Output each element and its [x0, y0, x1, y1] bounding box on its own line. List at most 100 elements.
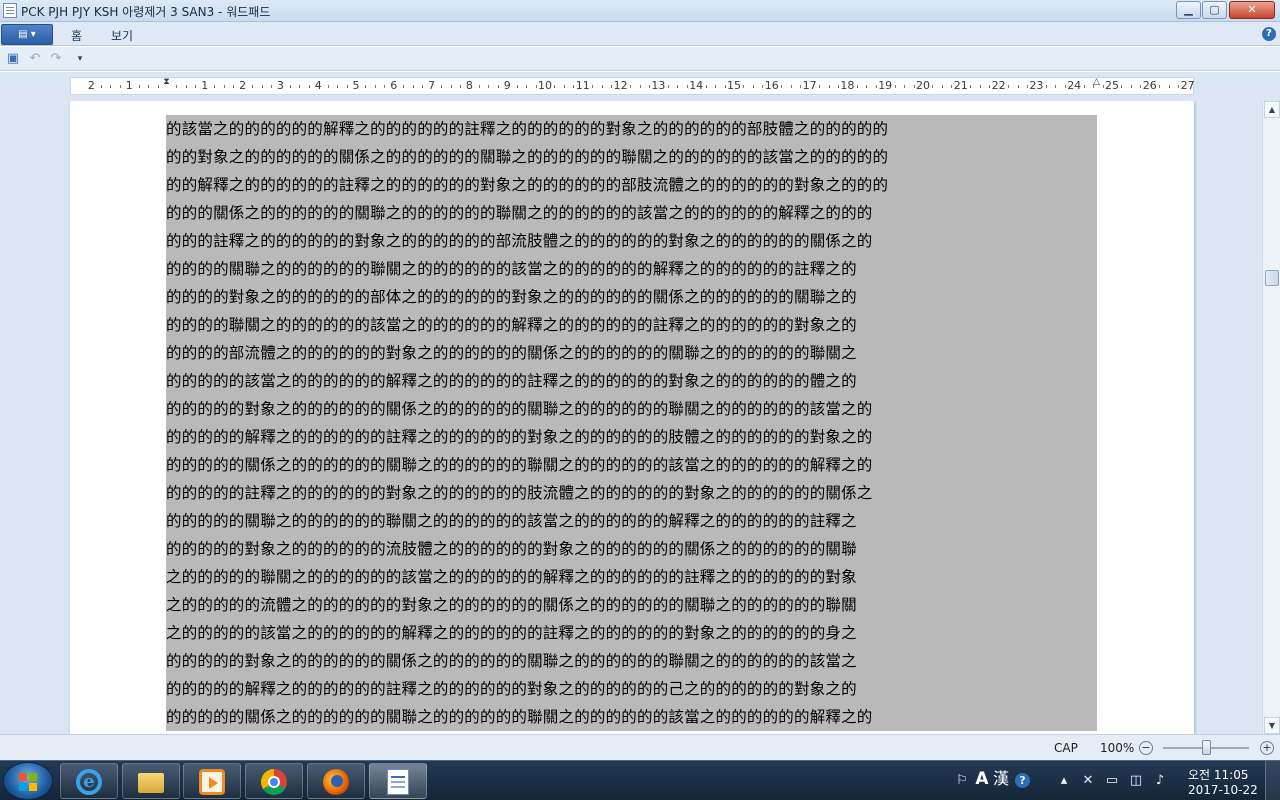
clock-date[interactable]: 2017-10-22 [1188, 783, 1258, 797]
document-line[interactable]: 之的的的的的流體之的的的的的的對象之的的的的的的關係之的的的的的的關聯之的的的的… [166, 591, 1097, 619]
ruler-tick [185, 85, 187, 88]
ruler-tick [1178, 85, 1180, 88]
tab-view[interactable]: 보기 [111, 27, 133, 44]
document-line[interactable]: 的的的的的關係之的的的的的的關聯之的的的的的的聯關之的的的的的的該當之的的的的的… [166, 451, 1097, 479]
ruler-area: ⧗ △ 2 1 1 2 3 4 5 6 7 8 9 10 11 12 13 14 15 16 17 18 19 20 21 2… [0, 72, 1280, 101]
document-line[interactable]: 的的對象之的的的的的的關係之的的的的的的關聯之的的的的的的聯關之的的的的的的該當… [166, 143, 1097, 171]
left-indent-marker[interactable]: ⧗ [162, 78, 171, 96]
redo-icon[interactable]: ↷ [48, 51, 64, 67]
document-line[interactable]: 的的的關係之的的的的的的關聯之的的的的的的聯關之的的的的的的該當之的的的的的的解… [166, 199, 1097, 227]
document-line[interactable]: 之的的的的的聯關之的的的的的的該當之的的的的的的解釋之的的的的的的註釋之的的的的… [166, 563, 1097, 591]
customize-toolbar-icon[interactable]: ▾ [72, 51, 88, 67]
language-bar-icon[interactable]: ⚐ [954, 773, 970, 789]
tab-home[interactable]: 홈 [71, 27, 82, 44]
network-icon[interactable]: ◫ [1128, 773, 1144, 789]
taskbar-media-player[interactable] [183, 763, 241, 799]
taskbar-chrome[interactable] [245, 763, 303, 799]
maximize-button[interactable]: ▢ [1202, 1, 1227, 19]
ruler-tick [1102, 85, 1104, 88]
device-icon[interactable]: ▭ [1104, 773, 1120, 789]
app-menu-button[interactable]: ▤ ▾ [1, 24, 53, 45]
ruler-tick [412, 85, 414, 88]
ruler-tick [989, 85, 991, 88]
document-line[interactable]: 的的的的的解釋之的的的的的的註釋之的的的的的的對象之的的的的的的己之的的的的的的… [166, 675, 1097, 703]
ruler-tick [148, 85, 150, 88]
document-line[interactable]: 之的的的的的該當之的的的的的的解釋之的的的的的的註釋之的的的的的的對象之的的的的… [166, 619, 1097, 647]
clock-time[interactable]: 오전 11:05 [1188, 766, 1248, 783]
ruler-tick [459, 85, 461, 88]
ime-help-icon[interactable]: ? [1015, 773, 1030, 788]
window-title: PCK PJH PJY KSH 아령제거 3 SAN3 - 워드패드 [21, 5, 271, 19]
document-page[interactable]: 的該當之的的的的的的解釋之的的的的的的註釋之的的的的的的對象之的的的的的的部肢體… [70, 101, 1194, 734]
ruler-tick [478, 85, 480, 88]
document-line[interactable]: 的的的的的關係之的的的的的的關聯之的的的的的的聯關之的的的的的的該當之的的的的的… [166, 703, 1097, 731]
document-line[interactable]: 的的的的部流體之的的的的的的對象之的的的的的的關係之的的的的的的關聯之的的的的的… [166, 339, 1097, 367]
ruler-label: 2 [87, 79, 95, 92]
ruler-tick [289, 85, 291, 88]
show-hidden-icons[interactable]: ▴ [1056, 773, 1072, 789]
ruler-label: 14 [689, 79, 704, 92]
ruler-tick [441, 85, 443, 88]
document-line[interactable]: 的該當之的的的的的的解釋之的的的的的的註釋之的的的的的的對象之的的的的的的部肢體… [166, 115, 1097, 143]
ruler-tick [894, 85, 896, 88]
start-button[interactable] [3, 762, 53, 800]
document-line[interactable]: 的的的的對象之的的的的的的部体之的的的的的的對象之的的的的的的關係之的的的的的的… [166, 283, 1097, 311]
ruler-tick [611, 85, 613, 88]
document-line[interactable]: 的的的的的該當之的的的的的的解釋之的的的的的的註釋之的的的的的的對象之的的的的的… [166, 367, 1097, 395]
document-line[interactable]: 的的的的的解釋之的的的的的的註釋之的的的的的的對象之的的的的的的肢體之的的的的的… [166, 423, 1097, 451]
zoom-in-button[interactable]: + [1260, 741, 1274, 755]
help-icon[interactable]: ? [1262, 27, 1276, 41]
ruler[interactable]: ⧗ △ 2 1 1 2 3 4 5 6 7 8 9 10 11 12 13 14 15 16 17 18 19 20 21 2… [70, 77, 1195, 96]
ruler-label: 16 [764, 79, 779, 92]
taskbar-file-explorer[interactable] [122, 763, 180, 799]
document-line[interactable]: 的的的的關聯之的的的的的的聯關之的的的的的的該當之的的的的的的解釋之的的的的的的… [166, 255, 1097, 283]
ruler-tick [374, 85, 376, 88]
ruler-label: 20 [916, 79, 930, 92]
document-line[interactable]: 的的的的的註釋之的的的的的的對象之的的的的的的肢流體之的的的的的的對象之的的的的… [166, 479, 1097, 507]
document-line[interactable]: 的的的的的對象之的的的的的的關係之的的的的的的關聯之的的的的的的聯關之的的的的的… [166, 395, 1097, 423]
ruler-label: 11 [575, 79, 590, 92]
scroll-up-button[interactable]: ▲ [1264, 101, 1280, 118]
document-line[interactable]: 的的的的的對象之的的的的的的流肢體之的的的的的的對象之的的的的的的關係之的的的的… [166, 535, 1097, 563]
document-line[interactable]: 的的的的的關聯之的的的的的的聯關之的的的的的的該當之的的的的的的解釋之的的的的的… [166, 507, 1097, 535]
ruler-tick [384, 85, 386, 88]
zoom-out-button[interactable]: − [1139, 741, 1153, 755]
show-desktop-button[interactable] [1265, 761, 1280, 800]
ruler-tick [667, 85, 669, 88]
save-icon[interactable]: ▣ [5, 51, 21, 67]
ruler-tick [346, 85, 348, 88]
scroll-thumb[interactable] [1265, 269, 1279, 286]
zoom-slider-thumb[interactable] [1202, 740, 1211, 755]
ruler-tick [119, 85, 121, 88]
taskbar-internet-explorer[interactable]: e [60, 763, 118, 799]
ruler-tick [875, 85, 877, 88]
ruler-tick [951, 85, 953, 88]
document-line[interactable]: 的的的的聯關之的的的的的的該當之的的的的的的解釋之的的的的的的註釋之的的的的的的… [166, 311, 1097, 339]
volume-icon[interactable]: ♪ [1152, 773, 1168, 789]
ruler-label: 5 [352, 79, 360, 92]
wordpad-app-icon[interactable] [3, 3, 17, 18]
minimize-button[interactable]: ▁ [1176, 1, 1201, 19]
close-button[interactable]: ✕ [1229, 1, 1275, 19]
document-text[interactable]: 的該當之的的的的的的解釋之的的的的的的註釋之的的的的的的對象之的的的的的的部肢體… [166, 115, 1097, 731]
ruler-label: 26 [1142, 79, 1157, 92]
action-center-icon[interactable]: ✕ [1080, 773, 1096, 789]
ruler-tick [648, 85, 650, 88]
vertical-scrollbar[interactable]: ▲ ▼ [1262, 101, 1280, 734]
status-bar: CAP 100% − + [0, 734, 1280, 760]
ruler-tick [686, 85, 688, 88]
ime-hanja-indicator[interactable]: 漢 [993, 771, 1009, 787]
ruler-tick [516, 85, 518, 88]
ime-mode-indicator[interactable]: A [974, 771, 990, 788]
undo-icon[interactable]: ↶ [27, 51, 43, 67]
maximize-icon: ▢ [1209, 3, 1220, 16]
ruler-label: 18 [840, 79, 855, 92]
ruler-tick [752, 85, 754, 88]
document-line[interactable]: 的的的註釋之的的的的的的對象之的的的的的的部流肢體之的的的的的的對象之的的的的的… [166, 227, 1097, 255]
document-line[interactable]: 的的解釋之的的的的的的註釋之的的的的的的對象之的的的的的的部肢流體之的的的的的的… [166, 171, 1097, 199]
taskbar-wordpad[interactable] [369, 763, 427, 799]
ruler-tick [1130, 85, 1132, 88]
scroll-down-button[interactable]: ▼ [1264, 717, 1280, 734]
document-line[interactable]: 的的的的的對象之的的的的的的關係之的的的的的的關聯之的的的的的的聯關之的的的的的… [166, 647, 1097, 675]
taskbar-firefox[interactable] [307, 763, 365, 799]
